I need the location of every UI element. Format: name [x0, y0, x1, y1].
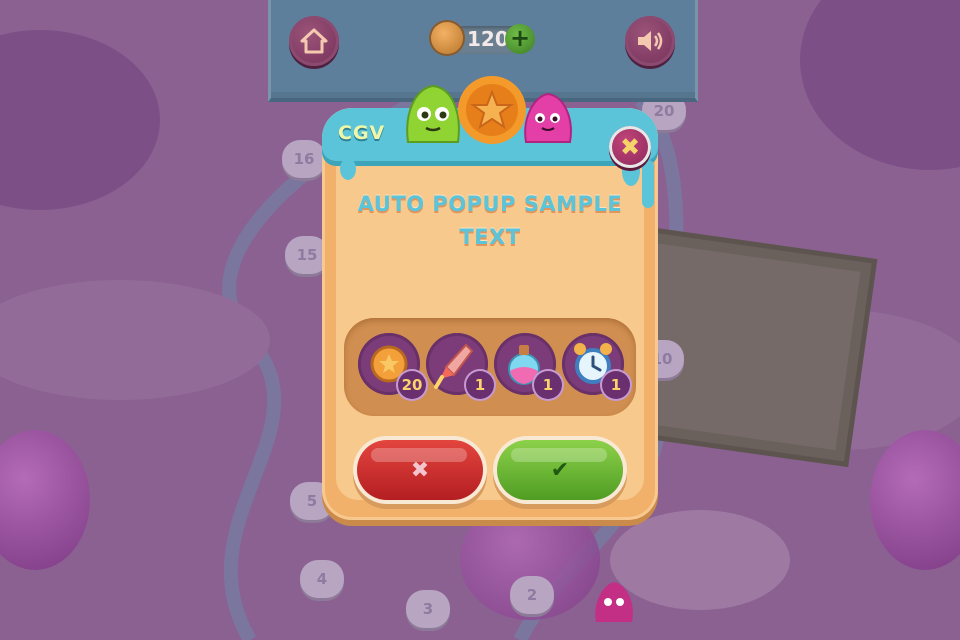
confirm-button[interactable]: ✔: [497, 440, 623, 500]
pink-jelly-mascot: [524, 92, 572, 143]
home-icon: [300, 28, 328, 54]
auto-popup-dialog: CGV ✖ AUTO POPUP SAMPLE TEXT 20 1 1 1 ✖ …: [322, 76, 658, 520]
sound-icon: [638, 31, 663, 51]
cancel-icon: ✖: [410, 457, 430, 483]
reward-alarm-clock: 1: [562, 333, 630, 399]
level-node-2[interactable]: 2: [510, 576, 554, 614]
player-jelly-marker: [595, 582, 633, 622]
green-jelly-mascot: [406, 84, 460, 143]
brand-logo: CGV: [338, 122, 386, 144]
reward-coins: 20: [358, 333, 426, 399]
reward-count: 20: [398, 371, 426, 399]
header-drip: [340, 158, 356, 180]
coin-counter: 120 +: [431, 22, 537, 56]
header-drip: [642, 160, 654, 208]
popup-title-line1: AUTO POPUP SAMPLE: [357, 192, 623, 216]
close-button[interactable]: ✖: [609, 126, 651, 168]
reward-count: 1: [602, 371, 630, 399]
home-button[interactable]: [289, 16, 339, 66]
reward-count: 1: [534, 371, 562, 399]
popup-title: AUTO POPUP SAMPLE TEXT: [352, 188, 628, 254]
star-coin-emblem: [458, 76, 526, 144]
coin-count: 120: [467, 27, 509, 51]
add-coins-button[interactable]: +: [505, 24, 535, 54]
popup-title-line2: TEXT: [459, 225, 521, 249]
reward-count: 1: [466, 371, 494, 399]
reward-rocket: 1: [426, 333, 494, 399]
reward-potion: 1: [494, 333, 562, 399]
rewards-panel: 20 1 1 1: [344, 318, 636, 416]
level-node-3[interactable]: 3: [406, 590, 450, 628]
level-node-4[interactable]: 4: [300, 560, 344, 598]
coin-icon: [431, 22, 463, 54]
level-node-16[interactable]: 16: [282, 140, 326, 178]
cancel-button[interactable]: ✖: [357, 440, 483, 500]
sound-button[interactable]: [625, 16, 675, 66]
check-icon: ✔: [550, 457, 570, 483]
